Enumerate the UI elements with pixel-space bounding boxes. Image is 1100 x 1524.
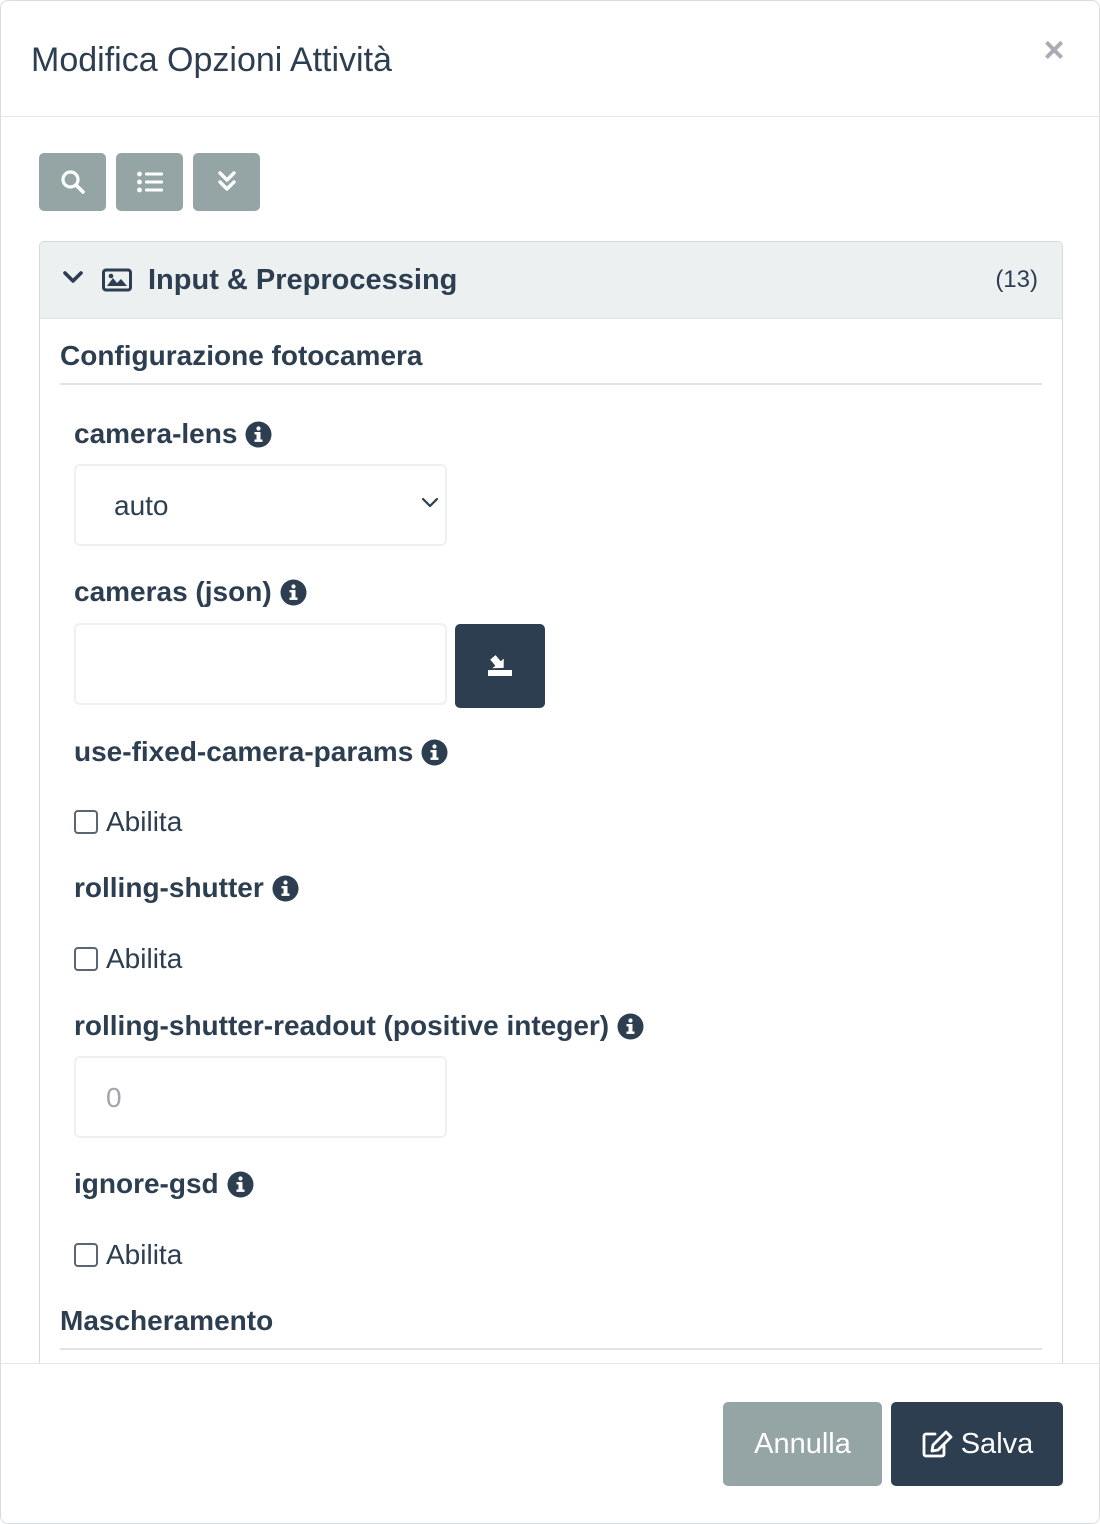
modal-body[interactable]: Input & Preprocessing (13) Configurazion… [1, 117, 1099, 1363]
checkbox-label[interactable]: Abilita [106, 1239, 182, 1271]
cancel-button[interactable]: Annulla [723, 1402, 882, 1486]
info-icon[interactable] [245, 421, 272, 448]
rolling-shutter-readout-input[interactable]: 0 [74, 1056, 447, 1138]
info-icon[interactable] [272, 875, 299, 902]
close-icon[interactable]: × [1039, 32, 1069, 68]
rolling-shutter-checkbox-row: Abilita [74, 943, 182, 975]
double-chevron-down-icon [217, 171, 236, 191]
use-fixed-camera-params-label: use-fixed-camera-params [74, 736, 448, 768]
modal-header: Modifica Opzioni Attività × [1, 1, 1099, 117]
upload-icon [488, 655, 512, 676]
list-icon [136, 171, 163, 193]
section-divider [60, 383, 1042, 385]
search-button[interactable] [39, 153, 106, 211]
camera-lens-label: camera-lens [74, 418, 272, 450]
info-icon[interactable] [280, 579, 307, 606]
save-button-label: Salva [960, 1427, 1034, 1460]
chevron-down-icon [63, 271, 83, 283]
chevron-down-icon [421, 497, 439, 508]
ignore-gsd-label-text: ignore-gsd [74, 1168, 219, 1199]
panel-title: Input & Preprocessing [148, 264, 458, 296]
camera-lens-label-text: camera-lens [74, 418, 238, 449]
modal-title: Modifica Opzioni Attività [31, 41, 392, 79]
use-fixed-camera-params-checkbox-row: Abilita [74, 806, 182, 838]
list-view-button[interactable] [116, 153, 183, 211]
section-title-masking: Mascheramento [60, 1305, 274, 1336]
input-preprocessing-panel: Input & Preprocessing (13) Configurazion… [39, 241, 1063, 1363]
modal-footer: Annulla Salva [1, 1363, 1099, 1523]
camera-lens-select[interactable]: auto [74, 464, 447, 546]
use-fixed-camera-params-checkbox[interactable] [74, 810, 98, 834]
rolling-shutter-readout-label-text: rolling-shutter-readout (positive intege… [74, 1010, 610, 1041]
expand-all-button[interactable] [193, 153, 260, 211]
rolling-shutter-readout-label: rolling-shutter-readout (positive intege… [74, 1010, 644, 1042]
ignore-gsd-label: ignore-gsd [74, 1168, 254, 1200]
ignore-gsd-checkbox-row: Abilita [74, 1239, 182, 1271]
checkbox-label[interactable]: Abilita [106, 943, 182, 975]
info-icon[interactable] [617, 1013, 644, 1040]
options-toolbar [39, 153, 260, 211]
input-placeholder: 0 [106, 1082, 122, 1113]
ignore-gsd-checkbox[interactable] [74, 1243, 98, 1267]
save-button[interactable]: Salva [891, 1402, 1063, 1486]
panel-heading[interactable]: Input & Preprocessing (13) [40, 242, 1062, 319]
checkbox-label[interactable]: Abilita [106, 806, 182, 838]
info-icon[interactable] [227, 1171, 254, 1198]
search-icon [60, 170, 85, 194]
camera-lens-selected-value: auto [114, 490, 169, 521]
image-icon [102, 268, 132, 292]
cameras-json-input[interactable] [74, 623, 447, 705]
info-icon[interactable] [421, 739, 448, 766]
rolling-shutter-label-text: rolling-shutter [74, 872, 264, 903]
edit-task-options-modal: Modifica Opzioni Attività × Input & Prep… [0, 0, 1100, 1524]
option-count-badge: (13) [995, 266, 1038, 293]
cameras-json-label-text: cameras (json) [74, 576, 272, 607]
use-fixed-camera-params-label-text: use-fixed-camera-params [74, 736, 414, 767]
rolling-shutter-checkbox[interactable] [74, 947, 98, 971]
section-title-camera-config: Configurazione fotocamera [60, 340, 423, 371]
cameras-json-label: cameras (json) [74, 576, 307, 608]
edit-icon [922, 1430, 953, 1458]
section-divider [60, 1348, 1042, 1350]
upload-cameras-json-button[interactable] [455, 624, 545, 708]
rolling-shutter-label: rolling-shutter [74, 872, 299, 904]
